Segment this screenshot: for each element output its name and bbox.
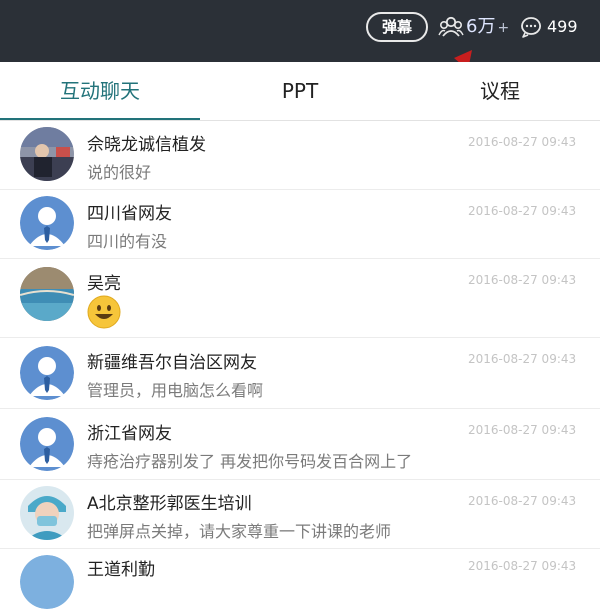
tab-ppt[interactable]: PPT <box>200 62 400 120</box>
default-avatar[interactable] <box>20 555 74 609</box>
photo-avatar[interactable] <box>20 267 74 321</box>
tab-interactive-chat[interactable]: 互动聊天 <box>0 62 200 120</box>
default-avatar[interactable] <box>20 346 74 400</box>
message-text: 把弹屏点关掉，请大家尊重一下讲课的老师 <box>87 522 392 541</box>
chat-message-row[interactable]: 浙江省网友 痔疮治疗器别发了 再发把你号码发百合网上了 2016-08-27 0… <box>0 409 600 480</box>
sender-name: 新疆维吾尔自治区网友 <box>87 353 257 373</box>
default-avatar[interactable] <box>20 417 74 471</box>
tab-bar: 互动聊天 PPT 议程 <box>0 62 600 121</box>
viewer-count-number: 6万 <box>466 16 496 37</box>
chat-message-row[interactable]: 吴亮 2016-08-27 09:43 <box>0 259 600 338</box>
message-time: 2016-08-27 09:43 <box>468 494 577 508</box>
message-text: 说的很好 <box>87 163 152 182</box>
message-time: 2016-08-27 09:43 <box>468 135 577 149</box>
sender-name: A北京整形郭医生培训 <box>87 494 252 514</box>
chat-message-row[interactable]: 新疆维吾尔自治区网友 管理员，用电脑怎么看啊 2016-08-27 09:43 <box>0 338 600 409</box>
smiley-emoji-icon <box>87 295 121 329</box>
tab-agenda[interactable]: 议程 <box>400 62 600 120</box>
message-text: 四川的有没 <box>87 232 168 251</box>
message-time: 2016-08-27 09:43 <box>468 204 577 218</box>
chat-message-row[interactable]: 王道利勤 2016-08-27 09:43 <box>0 549 600 609</box>
message-time: 2016-08-27 09:43 <box>468 559 577 573</box>
people-icon <box>438 16 464 37</box>
photo-avatar[interactable] <box>20 486 74 540</box>
sender-name: 王道利勤 <box>87 560 155 580</box>
chat-message-row[interactable]: 佘晓龙诚信植发 说的很好 2016-08-27 09:43 <box>0 121 600 190</box>
active-tab-indicator <box>0 118 200 120</box>
message-count: 499 <box>547 17 578 36</box>
chat-message-row[interactable]: 四川省网友 四川的有没 2016-08-27 09:43 <box>0 190 600 259</box>
chat-message-row[interactable]: A北京整形郭医生培训 把弹屏点关掉，请大家尊重一下讲课的老师 2016-08-2… <box>0 480 600 549</box>
danmu-toggle-button[interactable]: 弹幕 <box>366 12 428 42</box>
message-text: 痔疮治疗器别发了 再发把你号码发百合网上了 <box>87 452 413 471</box>
chat-bubble-icon[interactable] <box>520 16 542 38</box>
message-time: 2016-08-27 09:43 <box>468 273 577 287</box>
photo-avatar[interactable] <box>20 127 74 181</box>
top-bar: 弹幕 6万 + 499 <box>0 0 600 62</box>
sender-name: 四川省网友 <box>87 204 172 224</box>
sender-name: 吴亮 <box>87 274 121 294</box>
message-time: 2016-08-27 09:43 <box>468 352 577 366</box>
viewer-count[interactable]: 6万 + <box>466 15 509 40</box>
default-avatar[interactable] <box>20 196 74 250</box>
viewer-count-plus: + <box>497 20 510 36</box>
message-time: 2016-08-27 09:43 <box>468 423 577 437</box>
sender-name: 浙江省网友 <box>87 424 172 444</box>
message-text: 管理员，用电脑怎么看啊 <box>87 381 264 400</box>
sender-name: 佘晓龙诚信植发 <box>87 135 206 155</box>
